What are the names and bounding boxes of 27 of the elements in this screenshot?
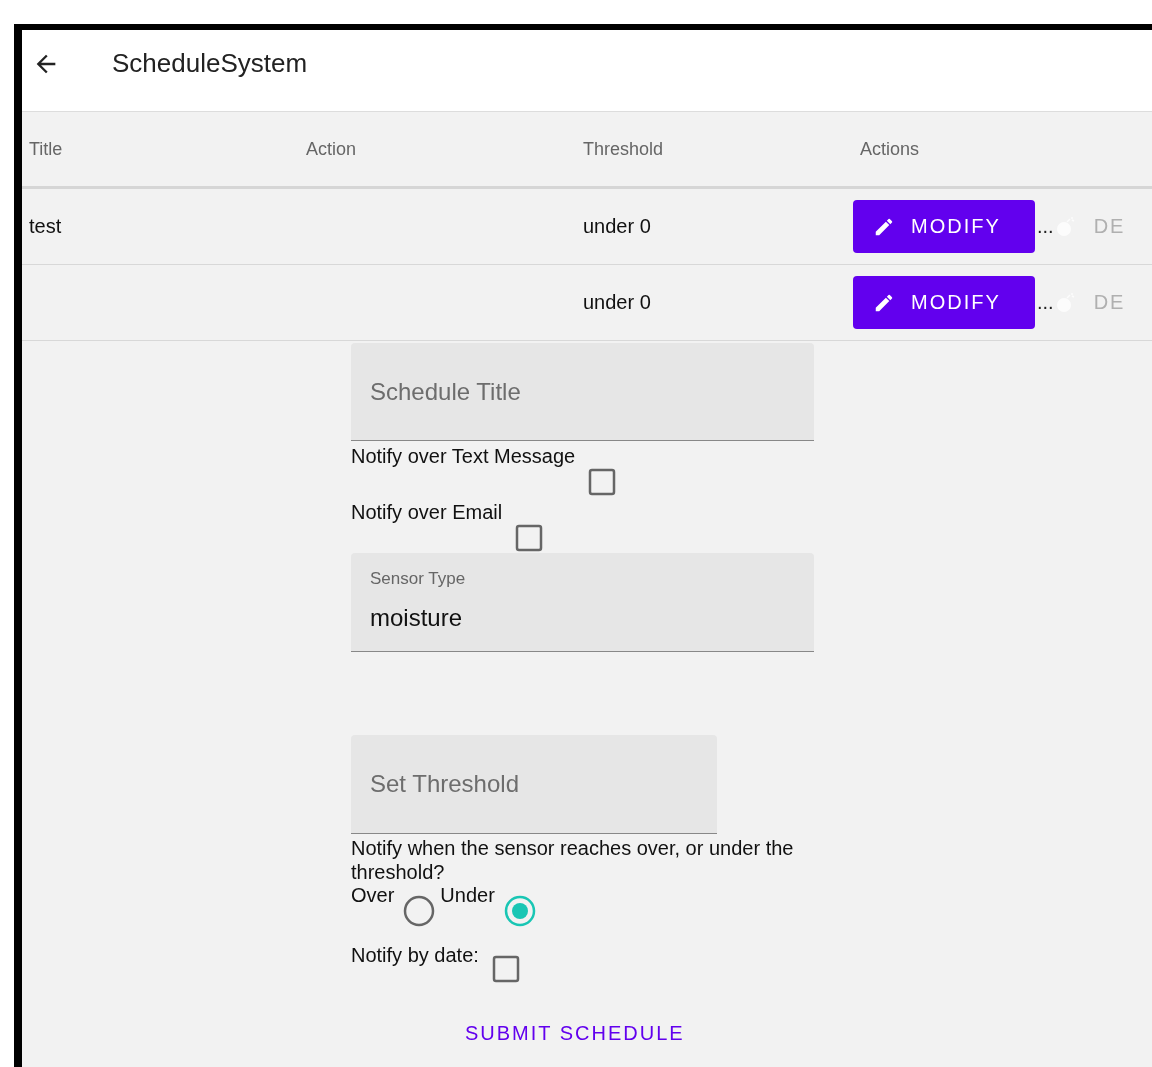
checkbox-label: Notify over Text Message: [351, 445, 576, 468]
schedule-title-field[interactable]: Schedule Title: [351, 343, 814, 441]
radio-button[interactable]: [402, 894, 437, 928]
sensor-type-select[interactable]: Sensor Type moisture: [351, 553, 814, 652]
radio-button[interactable]: [502, 894, 537, 928]
checkbox-label: Notify over Email: [351, 501, 503, 524]
checkbox[interactable]: [587, 467, 618, 497]
threshold-field[interactable]: Set Threshold: [351, 735, 717, 834]
ellipsis-text: ...: [1037, 291, 1054, 314]
column-header: Action: [305, 138, 358, 160]
ellipsis-text: ...: [1037, 215, 1054, 238]
radio-label: Over: [351, 884, 395, 907]
column-header: Actions: [859, 138, 921, 160]
table-cell-text: test: [28, 215, 63, 238]
question-text: Notify when the sensor reaches over, or under the threshold?: [351, 836, 795, 884]
modify-button[interactable]: MODIFY: [853, 200, 1035, 253]
table-cell-text: under 0: [582, 215, 652, 238]
modify-button[interactable]: MODIFY: [853, 276, 1035, 329]
radio-label: Under: [440, 884, 495, 907]
column-header: Title: [28, 138, 64, 160]
checkbox-label: Notify by date:: [351, 944, 479, 967]
table-cell-text: under 0: [582, 291, 652, 314]
checkbox[interactable]: [490, 954, 521, 984]
checkbox[interactable]: [514, 523, 545, 553]
column-header: Threshold: [582, 138, 665, 160]
submit-schedule-button[interactable]: SUBMIT SCHEDULE: [465, 1022, 685, 1045]
app-title: ScheduleSystem: [112, 48, 308, 79]
